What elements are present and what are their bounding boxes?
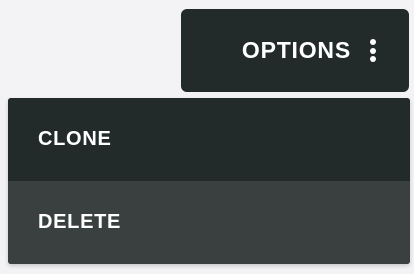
options-dropdown-menu: CLONE DELETE <box>8 98 410 264</box>
menu-item-delete-label: DELETE <box>38 211 122 233</box>
more-vertical-icon-dot <box>370 56 376 62</box>
options-button-label: OPTIONS <box>241 37 351 63</box>
more-vertical-icon-dot <box>370 47 376 54</box>
more-vertical-icon-dot <box>370 39 376 45</box>
menu-item-delete[interactable]: DELETE <box>8 181 410 264</box>
options-button[interactable]: OPTIONS <box>181 9 409 92</box>
menu-item-clone[interactable]: CLONE <box>8 98 410 181</box>
menu-item-clone-label: CLONE <box>38 128 112 150</box>
more-vertical-icon <box>369 39 377 62</box>
